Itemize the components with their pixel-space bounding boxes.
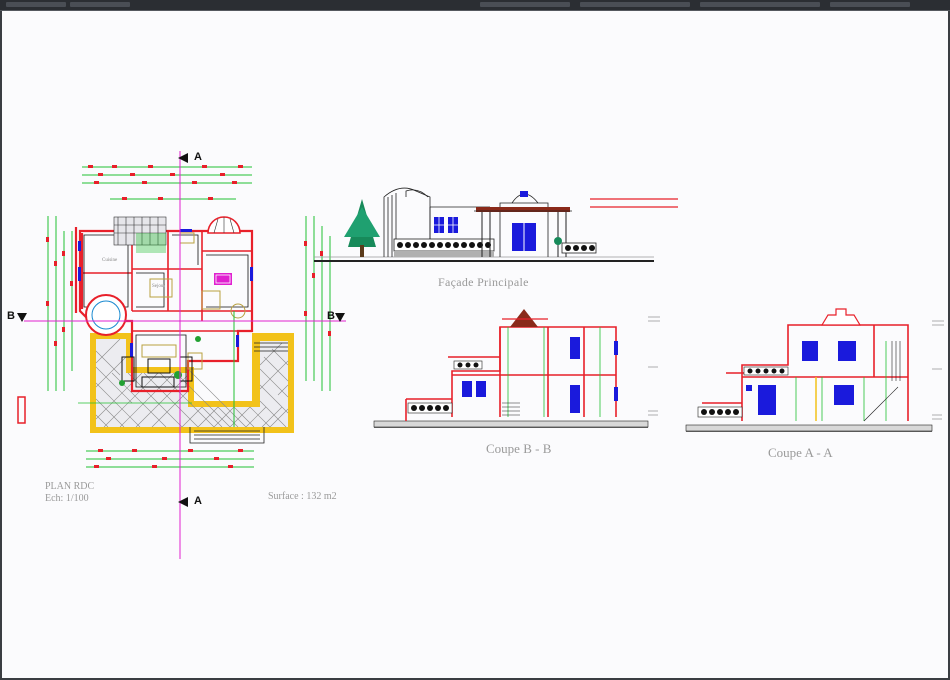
facade-balustrade-right [561,242,597,254]
coupe-aa-title: Coupe A - A [768,445,833,460]
coupe-bb-title: Coupe B - B [486,441,552,456]
plan-scale: Ech: 1/100 [45,493,89,504]
cad-application: Cuisine Sejour Façade Principale Coupe B… [0,0,950,680]
plan-title: PLAN RDC [45,481,95,492]
toolbar-tab[interactable] [580,2,690,7]
tree-icon [344,199,380,257]
coupe-bb-roof [510,309,538,327]
facade-reference-lines [590,198,678,208]
plan-dimension-ticks-left [46,237,73,346]
room-label-cuisine: Cuisine [102,258,118,263]
coupe-aa-stair [863,341,901,422]
plan-dimension-lines-bottom [86,450,254,468]
drawing-canvas[interactable]: Cuisine Sejour Façade Principale Coupe B… [2,11,948,678]
coupe-bb-axes [507,327,601,417]
coupe-bb-level-marks [648,316,660,416]
section-bb [373,309,660,428]
coupe-bb-stair [502,402,520,416]
section-mark-b-right: B [327,310,335,322]
section-mark-a-top: A [194,151,202,163]
drawing-sheet: Cuisine Sejour [17,151,944,559]
toolbar-tab[interactable] [70,2,130,7]
toolbar-tab[interactable] [480,2,570,7]
coupe-aa-pediment [820,308,862,326]
plan-title-block: PLAN RDC Ech: 1/100 [45,481,94,505]
green-tile-area [136,233,166,253]
coupe-aa-level-marks [932,320,944,420]
toolbar-tab[interactable] [700,2,820,7]
coupe-aa-windows [746,341,856,415]
plan-dimension-lines-left [47,216,73,391]
section-mark-a-bottom: A [194,495,202,507]
room-label-sejour: Sejour [152,284,165,289]
furniture [141,232,246,370]
level-marker [17,396,26,424]
plan-dimension-lines-top [82,166,252,200]
facade-elevation [314,187,678,262]
toolbar-tab[interactable] [830,2,910,7]
potted-plant-icon [554,237,562,245]
title-bar [0,0,950,11]
toolbar-tab[interactable] [6,2,66,7]
plan-dimension-lines-right [305,216,331,391]
surface-label: Surface : 132 m2 [268,491,337,502]
facade-title: Façade Principale [438,275,529,289]
facade-balustrade [393,238,495,257]
section-aa [685,308,944,432]
coupe-aa-walls [702,324,909,421]
section-mark-b-left: B [7,310,15,322]
